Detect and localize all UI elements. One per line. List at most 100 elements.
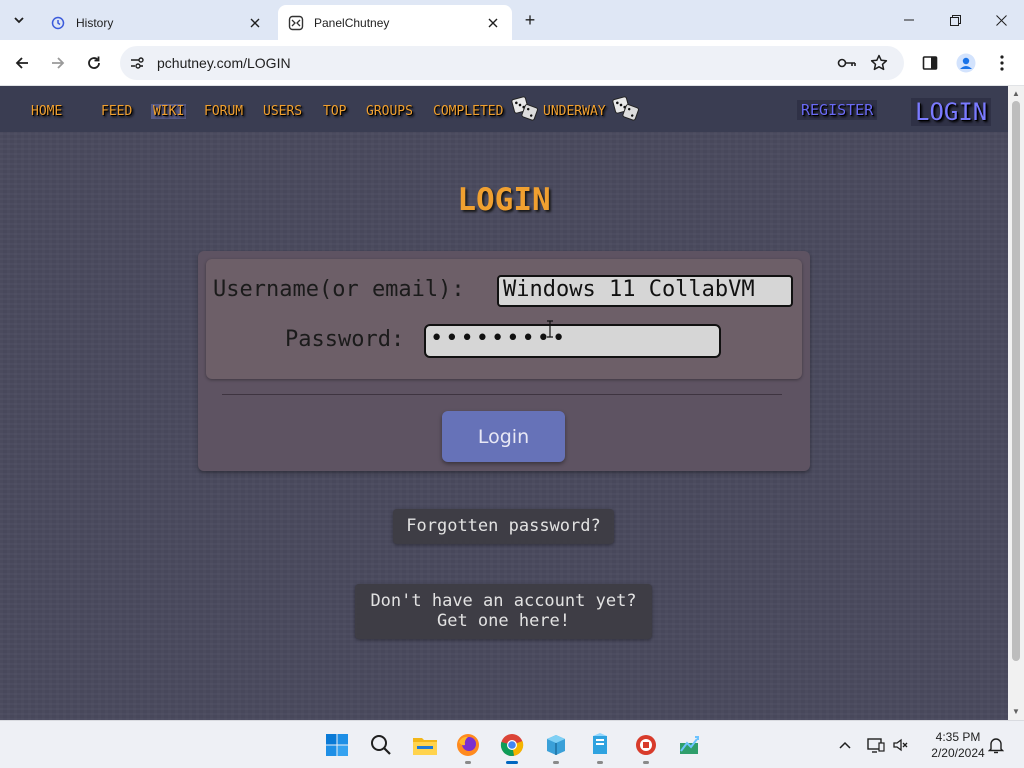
firefox-icon <box>457 734 479 756</box>
nav-login[interactable]: LOGIN <box>911 98 992 126</box>
windows-taskbar: 4:35 PM 2/20/2024 <box>0 720 1024 768</box>
search-icon <box>371 735 391 755</box>
close-icon <box>995 14 1007 26</box>
scroll-down-arrow-icon[interactable]: ▼ <box>1012 707 1020 716</box>
panelchutney-favicon <box>288 15 304 31</box>
side-panel-button[interactable] <box>919 52 941 74</box>
kebab-menu-icon <box>1000 55 1004 71</box>
signup-button[interactable]: Don't have an account yet? Get one here! <box>355 584 652 639</box>
page-title: LOGIN <box>457 182 551 218</box>
signup-text-line1: Don't have an account yet? <box>370 591 637 611</box>
minimize-icon <box>904 19 914 21</box>
monitor-icon <box>867 738 885 753</box>
nav-users[interactable]: USERS <box>263 104 302 119</box>
chrome-icon <box>500 734 524 757</box>
username-label: Username(or email): <box>213 277 465 302</box>
form-divider <box>222 394 782 395</box>
running-indicator <box>597 761 603 764</box>
taskbar-app-2[interactable] <box>584 729 616 764</box>
nav-wiki[interactable]: WIKI <box>151 104 187 119</box>
notifications-button[interactable] <box>986 735 1006 755</box>
taskbar-app-3[interactable] <box>630 729 662 764</box>
start-button[interactable] <box>321 729 353 761</box>
speaker-muted-icon <box>893 738 908 752</box>
url-text[interactable]: pchutney.com/LOGIN <box>157 55 291 71</box>
taskbar-app-1[interactable] <box>540 729 572 764</box>
display-tray-button[interactable] <box>866 735 886 755</box>
close-window-button[interactable] <box>978 4 1024 36</box>
site-nav: HOME FEED WIKI FORUM USERS TOP GROUPS CO… <box>0 86 1008 132</box>
app-icon-4 <box>680 736 699 754</box>
credentials-panel: Username(or email): Windows 11 CollabVM … <box>206 259 802 379</box>
app-icon-2 <box>593 733 607 754</box>
start-icon <box>326 734 348 756</box>
profile-avatar-icon <box>956 53 976 73</box>
file-explorer-icon <box>413 738 437 755</box>
nav-completed[interactable]: COMPLETED <box>433 104 503 119</box>
reload-icon <box>88 56 100 69</box>
nav-register[interactable]: REGISTER <box>797 100 878 120</box>
taskbar-firefox[interactable] <box>452 729 484 764</box>
browser-menu-button[interactable] <box>991 52 1013 74</box>
taskbar-search-button[interactable] <box>365 729 397 761</box>
tab-title: PanelChutney <box>314 15 390 30</box>
scroll-thumb[interactable] <box>1012 101 1020 661</box>
dice-icon <box>612 96 639 121</box>
tab-panelchutney[interactable]: PanelChutney <box>278 5 512 40</box>
minimize-button[interactable] <box>886 4 932 36</box>
tab-title: History <box>76 15 114 30</box>
login-button[interactable]: Login <box>442 411 565 462</box>
scroll-up-arrow-icon[interactable]: ▲ <box>1012 89 1020 98</box>
password-key-icon[interactable] <box>836 54 858 72</box>
tab-history[interactable]: History <box>40 5 274 40</box>
profile-button[interactable] <box>955 52 977 74</box>
tab-search-button[interactable] <box>6 7 32 33</box>
running-indicator <box>553 761 559 764</box>
show-hidden-icons-button[interactable] <box>835 735 855 755</box>
nav-top[interactable]: TOP <box>323 104 346 119</box>
browser-toolbar: pchutney.com/LOGIN <box>0 40 1024 86</box>
site-info-icon[interactable] <box>128 54 146 72</box>
chevron-up-icon <box>839 741 851 749</box>
nav-feed[interactable]: FEED <box>101 104 132 119</box>
login-form: Username(or email): Windows 11 CollabVM … <box>198 251 810 471</box>
back-button[interactable] <box>7 48 37 78</box>
new-tab-button[interactable]: + <box>517 9 543 31</box>
restore-button[interactable] <box>932 4 978 36</box>
forward-button[interactable] <box>43 48 73 78</box>
signup-text-line2: Get one here! <box>436 611 571 631</box>
password-label: Password: <box>285 327 405 352</box>
page-scrollbar[interactable]: ▲ ▼ <box>1008 86 1024 720</box>
forgot-password-button[interactable]: Forgotten password? <box>393 509 614 544</box>
back-arrow-icon <box>15 57 28 69</box>
nav-groups[interactable]: GROUPS <box>366 104 413 119</box>
reload-button[interactable] <box>79 48 109 78</box>
password-input[interactable]: ••••••••• <box>424 324 721 358</box>
dice-icon <box>511 96 538 121</box>
taskbar-app-4[interactable] <box>673 729 705 761</box>
tab-strip: History PanelChutney + <box>0 0 1024 40</box>
close-icon[interactable] <box>246 14 264 32</box>
nav-home[interactable]: HOME <box>31 104 62 119</box>
text-cursor-icon <box>547 320 553 338</box>
chevron-down-icon <box>14 17 24 24</box>
username-input[interactable]: Windows 11 CollabVM <box>497 275 793 307</box>
page-viewport: HOME FEED WIKI FORUM USERS TOP GROUPS CO… <box>0 86 1008 720</box>
running-indicator <box>465 761 471 764</box>
running-indicator <box>506 761 518 764</box>
running-indicator <box>643 761 649 764</box>
nav-underway[interactable]: UNDERWAY <box>543 104 606 119</box>
forward-arrow-icon <box>52 57 65 69</box>
app-icon-3 <box>636 735 656 755</box>
app-icon-1 <box>547 735 565 755</box>
address-bar[interactable]: pchutney.com/LOGIN <box>120 46 904 80</box>
volume-tray-button[interactable] <box>891 735 911 755</box>
bell-icon <box>988 738 1004 754</box>
history-icon <box>50 15 66 31</box>
taskbar-file-explorer[interactable] <box>409 729 441 761</box>
nav-forum[interactable]: FORUM <box>204 104 243 119</box>
taskbar-chrome[interactable] <box>496 729 528 764</box>
bookmark-star-icon[interactable] <box>868 54 890 72</box>
restore-icon <box>949 14 961 26</box>
close-icon[interactable] <box>484 14 502 32</box>
